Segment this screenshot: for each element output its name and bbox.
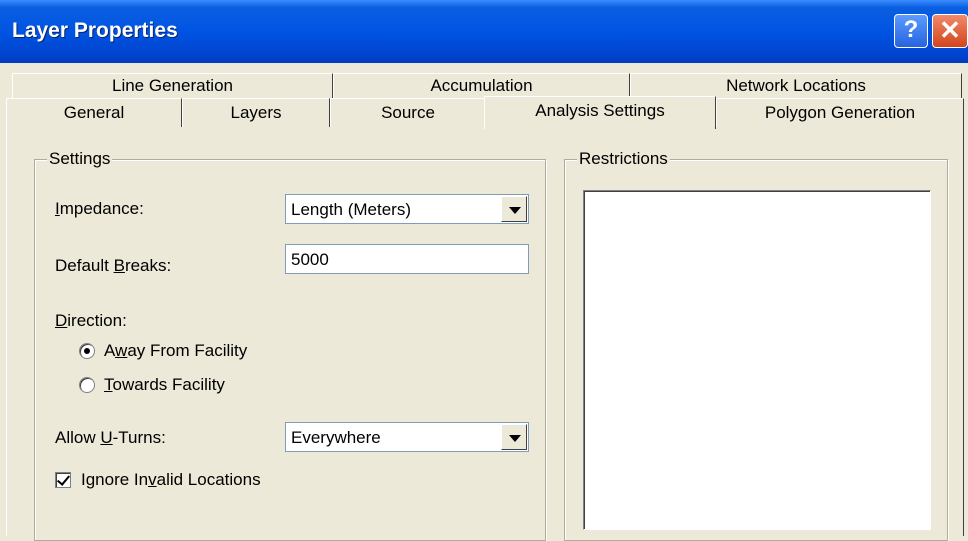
away-from-facility-radio[interactable] <box>79 343 95 359</box>
chevron-down-icon[interactable] <box>501 196 527 222</box>
ignore-invalid-label[interactable]: Ignore Invalid Locations <box>81 470 261 490</box>
close-icon: ✕ <box>939 15 961 45</box>
direction-label: Direction: <box>55 311 127 330</box>
impedance-value: Length (Meters) <box>291 200 411 219</box>
tab-line-generation[interactable]: Line Generation <box>12 73 333 98</box>
restrictions-list[interactable] <box>583 190 931 530</box>
settings-group-label: Settings <box>47 149 113 169</box>
tab-label: Polygon Generation <box>764 103 916 122</box>
window-title: Layer Properties <box>12 19 178 42</box>
tab-polygon-generation[interactable]: Polygon Generation <box>716 98 964 127</box>
tab-label: Network Locations <box>726 76 866 95</box>
tab-analysis-settings[interactable]: Analysis Settings <box>484 96 716 129</box>
chevron-down-icon[interactable] <box>501 424 527 450</box>
tab-accumulation[interactable]: Accumulation <box>333 73 630 98</box>
tab-source[interactable]: Source <box>330 98 486 127</box>
tab-network-locations[interactable]: Network Locations <box>630 73 962 98</box>
default-breaks-input[interactable]: 5000 <box>285 244 529 274</box>
default-breaks-label: Default Breaks: <box>55 256 172 275</box>
help-icon: ? <box>903 16 919 43</box>
ignore-invalid-checkbox[interactable] <box>55 472 71 488</box>
tab-label: Layers <box>230 103 282 122</box>
uturns-dropdown[interactable]: Everywhere <box>285 422 529 452</box>
restrictions-group-label: Restrictions <box>577 149 670 169</box>
close-button[interactable]: ✕ <box>932 14 968 48</box>
tab-layers[interactable]: Layers <box>182 98 330 127</box>
towards-facility-label[interactable]: Towards Facility <box>104 375 225 395</box>
impedance-dropdown[interactable]: Length (Meters) <box>285 194 529 224</box>
help-button[interactable]: ? <box>894 14 928 48</box>
default-breaks-value: 5000 <box>291 250 329 269</box>
tab-label: Analysis Settings <box>535 101 665 120</box>
uturns-label: Allow U-Turns: <box>55 428 166 447</box>
title-bar: Layer Properties ? ✕ <box>0 0 968 63</box>
tab-label: General <box>63 103 125 122</box>
impedance-label: Impedance: <box>55 199 144 218</box>
uturns-value: Everywhere <box>291 428 381 447</box>
tab-label: Line Generation <box>112 76 233 95</box>
away-from-facility-label[interactable]: Away From Facility <box>104 341 247 361</box>
tab-general[interactable]: General <box>6 98 182 127</box>
tab-label: Source <box>381 103 435 122</box>
towards-facility-radio[interactable] <box>79 377 95 393</box>
tab-label: Accumulation <box>430 76 533 95</box>
